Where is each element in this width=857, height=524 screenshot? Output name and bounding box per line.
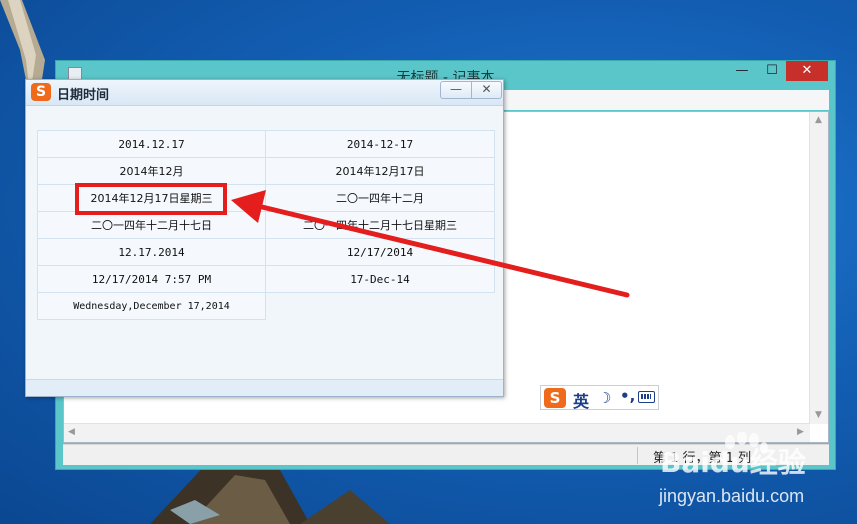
datetime-popup: S 日期时间 — ✕ 2014.12.17 2014-12-17 2014年12… bbox=[25, 79, 504, 397]
date-format-option[interactable]: 2014年12月17日 bbox=[265, 157, 495, 185]
annotation-highlight-box bbox=[75, 183, 227, 215]
date-format-option[interactable]: 二〇一四年十二月十七日星期三 bbox=[265, 211, 495, 239]
datetime-popup-title: 日期时间 bbox=[57, 88, 110, 103]
scroll-up-arrow-icon[interactable]: ▲ bbox=[815, 115, 822, 125]
watermark-url: jingyan.baidu.com bbox=[659, 486, 805, 506]
baidu-jingyan-watermark-logo: Baidu经验 bbox=[660, 432, 806, 479]
vertical-scrollbar[interactable]: ▲ ▼ bbox=[809, 112, 828, 424]
keyboard-icon[interactable] bbox=[638, 391, 655, 403]
datetime-popup-titlebar[interactable]: S 日期时间 — ✕ bbox=[26, 80, 503, 106]
date-format-option[interactable]: 二〇一四年十二月 bbox=[265, 184, 495, 212]
date-format-grid: 2014.12.17 2014-12-17 2014年12月 2014年12月1… bbox=[37, 130, 495, 320]
notepad-minimize-button[interactable]: — bbox=[728, 61, 756, 81]
date-format-option[interactable]: 12.17.2014 bbox=[37, 238, 266, 266]
sogou-logo-icon[interactable]: S bbox=[544, 388, 566, 408]
sogou-logo-icon: S bbox=[31, 83, 51, 101]
date-format-option[interactable]: 2014-12-17 bbox=[265, 130, 495, 158]
scroll-left-arrow-icon[interactable]: ◀ bbox=[68, 427, 75, 437]
popup-close-button[interactable]: ✕ bbox=[472, 82, 501, 98]
date-format-option[interactable]: 二〇一四年十二月十七日 bbox=[37, 211, 266, 239]
punctuation-icon[interactable]: •, bbox=[620, 387, 635, 405]
ime-language-toggle[interactable]: 英 bbox=[573, 388, 589, 412]
ime-toolbar[interactable]: S 英 ☽ •, bbox=[540, 385, 659, 412]
date-format-option[interactable]: Wednesday,December 17,2014 bbox=[37, 292, 266, 320]
date-format-option[interactable]: 12/17/2014 bbox=[265, 238, 495, 266]
notepad-maximize-button[interactable]: ☐ bbox=[758, 61, 786, 81]
date-format-option[interactable]: 12/17/2014 7:57 PM bbox=[37, 265, 266, 293]
date-format-option[interactable]: 17-Dec-14 bbox=[265, 265, 495, 293]
popup-bottom-bar bbox=[26, 379, 503, 396]
popup-window-controls: — ✕ bbox=[440, 81, 502, 99]
half-width-moon-icon[interactable]: ☽ bbox=[598, 389, 611, 407]
notepad-close-button[interactable]: ✕ bbox=[786, 61, 828, 81]
watermark-logo-text: Baidu经验 bbox=[660, 446, 806, 479]
date-format-option[interactable]: 2014.12.17 bbox=[37, 130, 266, 158]
scroll-down-arrow-icon[interactable]: ▼ bbox=[815, 410, 822, 420]
popup-minimize-button[interactable]: — bbox=[441, 82, 472, 98]
date-format-option[interactable]: 2014年12月 bbox=[37, 157, 266, 185]
statusbar-divider bbox=[637, 447, 638, 464]
